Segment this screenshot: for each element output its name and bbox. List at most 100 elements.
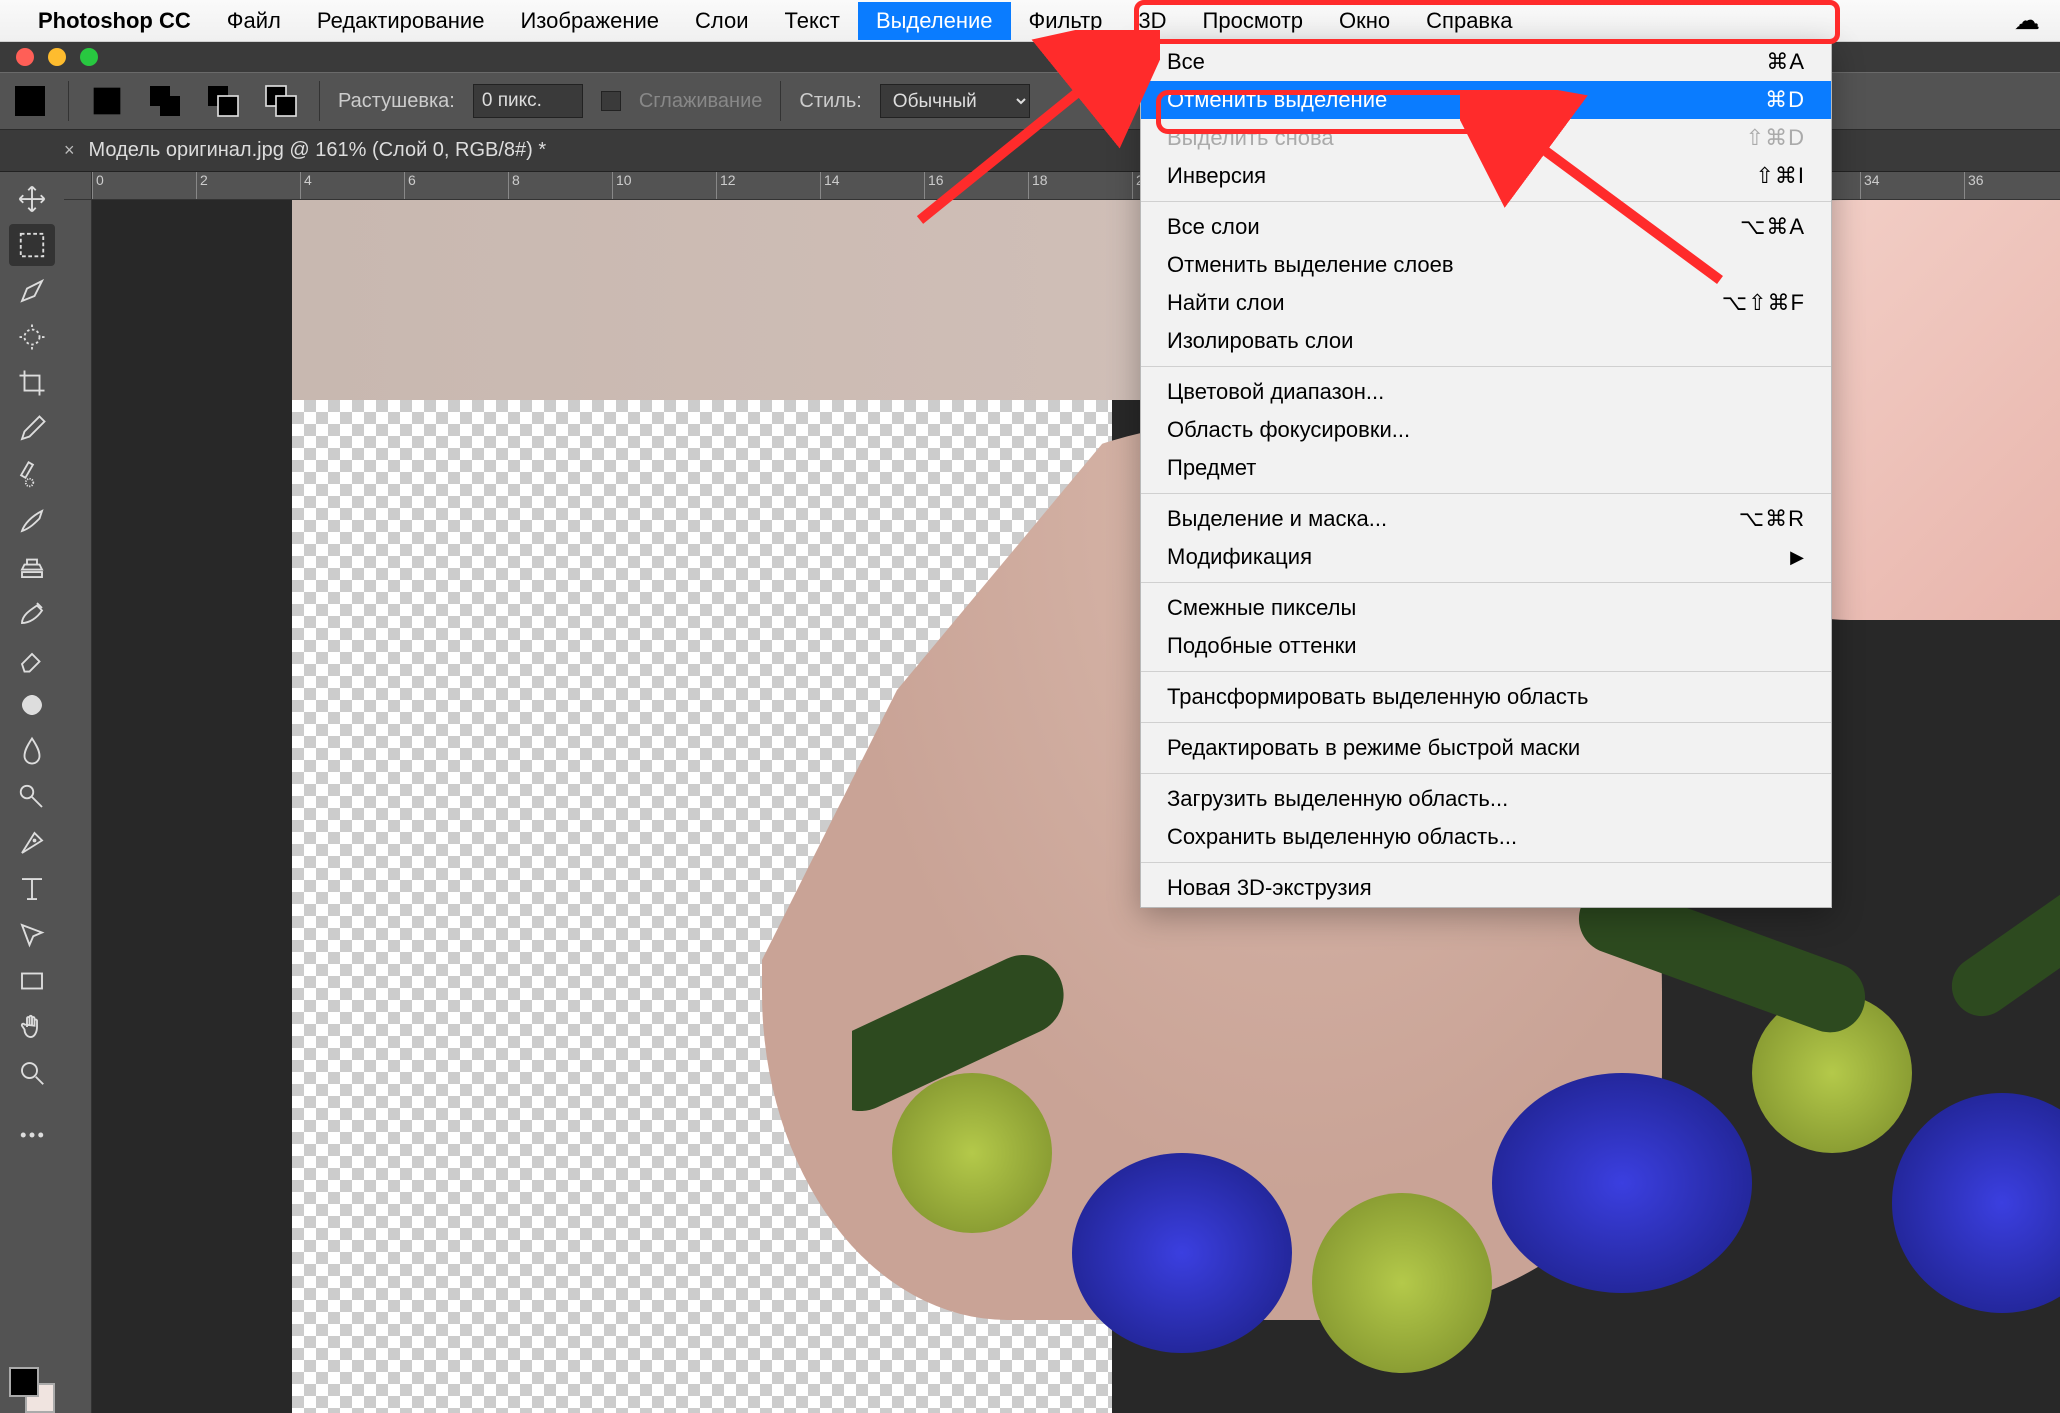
pen-tool[interactable] xyxy=(9,822,55,864)
style-select[interactable]: Обычный xyxy=(880,84,1030,118)
feather-input[interactable] xyxy=(473,84,583,118)
menu-item-label: Все xyxy=(1167,49,1205,75)
menu-item[interactable]: Смежные пикселы xyxy=(1141,589,1831,627)
menu-item-shortcut: ⌥⌘R xyxy=(1739,506,1805,532)
menu-item-label: Область фокусировки... xyxy=(1167,417,1410,443)
separator xyxy=(68,81,69,121)
marquee-tool-preset-icon[interactable] xyxy=(10,81,50,121)
foreground-color-swatch[interactable] xyxy=(9,1367,39,1397)
menu-separator xyxy=(1141,493,1831,494)
menu-item[interactable]: Цветовой диапазон... xyxy=(1141,373,1831,411)
menu-item[interactable]: Выделение и маска...⌥⌘R xyxy=(1141,500,1831,538)
eyedropper-tool[interactable] xyxy=(9,408,55,450)
crop-tool[interactable] xyxy=(9,362,55,404)
menu-item-label: Инверсия xyxy=(1167,163,1266,189)
toolbox xyxy=(0,172,64,1413)
menu-item-label: Смежные пикселы xyxy=(1167,595,1356,621)
menu-item[interactable]: Предмет xyxy=(1141,449,1831,487)
menu-filter[interactable]: Фильтр xyxy=(1011,2,1121,40)
selection-new-icon[interactable] xyxy=(87,81,127,121)
menu-item[interactable]: Все⌘A xyxy=(1141,43,1831,81)
menu-item[interactable]: Отменить выделение⌘D xyxy=(1141,81,1831,119)
selection-subtract-icon[interactable] xyxy=(203,81,243,121)
menu-image[interactable]: Изображение xyxy=(502,2,677,40)
eraser-tool[interactable] xyxy=(9,638,55,680)
menu-3d[interactable]: 3D xyxy=(1120,2,1184,40)
menu-item-label: Трансформировать выделенную область xyxy=(1167,684,1588,710)
menu-separator xyxy=(1141,671,1831,672)
feather-label: Растушевка: xyxy=(338,90,455,113)
clone-stamp-tool[interactable] xyxy=(9,546,55,588)
menu-item[interactable]: Новая 3D-экструзия xyxy=(1141,869,1831,907)
menu-item[interactable]: Сохранить выделенную область... xyxy=(1141,818,1831,856)
ruler-origin[interactable] xyxy=(64,172,92,200)
menu-item: Выделить снова⇧⌘D xyxy=(1141,119,1831,157)
menu-item[interactable]: Трансформировать выделенную область xyxy=(1141,678,1831,716)
hand-tool[interactable] xyxy=(9,1006,55,1048)
lasso-tool[interactable] xyxy=(9,270,55,312)
menu-item[interactable]: Модификация▶ xyxy=(1141,538,1831,576)
menu-item-label: Предмет xyxy=(1167,455,1256,481)
menu-file[interactable]: Файл xyxy=(209,2,299,40)
close-window-button[interactable] xyxy=(16,48,34,66)
menu-layer[interactable]: Слои xyxy=(677,2,767,40)
zoom-window-button[interactable] xyxy=(80,48,98,66)
menu-separator xyxy=(1141,582,1831,583)
type-tool[interactable] xyxy=(9,868,55,910)
antialias-checkbox xyxy=(601,91,621,111)
cc-cloud-icon[interactable]: ☁︎ xyxy=(2014,5,2040,36)
path-selection-tool[interactable] xyxy=(9,914,55,956)
menu-item[interactable]: Изолировать слои xyxy=(1141,322,1831,360)
menu-item[interactable]: Инверсия ⇧⌘I xyxy=(1141,157,1831,195)
edit-toolbar-icon[interactable] xyxy=(9,1114,55,1156)
menu-separator xyxy=(1141,862,1831,863)
history-brush-tool[interactable] xyxy=(9,592,55,634)
ruler-tick: 34 xyxy=(1860,172,1880,200)
menu-item[interactable]: Область фокусировки... xyxy=(1141,411,1831,449)
menu-edit[interactable]: Редактирование xyxy=(299,2,503,40)
color-swatch[interactable] xyxy=(9,1367,55,1413)
ruler-tick: 12 xyxy=(716,172,736,200)
healing-brush-tool[interactable] xyxy=(9,454,55,496)
menu-item-shortcut: ⇧⌘D xyxy=(1746,125,1805,151)
zoom-tool[interactable] xyxy=(9,1052,55,1094)
gradient-tool[interactable] xyxy=(9,684,55,726)
menu-item[interactable]: Все слои⌥⌘A xyxy=(1141,208,1831,246)
menu-separator xyxy=(1141,722,1831,723)
document-tab-title[interactable]: Модель оригинал.jpg @ 161% (Слой 0, RGB/… xyxy=(89,139,547,162)
canvas-pasteboard xyxy=(92,200,292,1413)
close-tab-icon[interactable]: × xyxy=(64,140,75,161)
ruler-tick: 18 xyxy=(1028,172,1048,200)
menu-select[interactable]: Выделение xyxy=(858,2,1011,40)
menu-type[interactable]: Текст xyxy=(767,2,858,40)
brush-tool[interactable] xyxy=(9,500,55,542)
menu-separator xyxy=(1141,366,1831,367)
minimize-window-button[interactable] xyxy=(48,48,66,66)
selection-add-icon[interactable] xyxy=(145,81,185,121)
menu-item[interactable]: Подобные оттенки xyxy=(1141,627,1831,665)
vertical-ruler[interactable] xyxy=(64,200,92,1413)
submenu-arrow-icon: ▶ xyxy=(1790,547,1805,568)
rectangular-marquee-tool[interactable] xyxy=(9,224,55,266)
blur-tool[interactable] xyxy=(9,730,55,772)
menu-item[interactable]: Редактировать в режиме быстрой маски xyxy=(1141,729,1831,767)
rectangle-tool[interactable] xyxy=(9,960,55,1002)
separator xyxy=(319,81,320,121)
menu-item[interactable]: Загрузить выделенную область... xyxy=(1141,780,1831,818)
menu-item-shortcut: ⇧⌘I xyxy=(1755,163,1805,189)
menu-item-label: Загрузить выделенную область... xyxy=(1167,786,1508,812)
menu-item[interactable]: Отменить выделение слоев xyxy=(1141,246,1831,284)
menu-view[interactable]: Просмотр xyxy=(1185,2,1321,40)
menu-help[interactable]: Справка xyxy=(1408,2,1530,40)
move-tool[interactable] xyxy=(9,178,55,220)
quick-selection-tool[interactable] xyxy=(9,316,55,358)
selection-intersect-icon[interactable] xyxy=(261,81,301,121)
menu-item[interactable]: Найти слои⌥⇧⌘F xyxy=(1141,284,1831,322)
style-label: Стиль: xyxy=(799,90,861,113)
menu-window[interactable]: Окно xyxy=(1321,2,1408,40)
dodge-tool[interactable] xyxy=(9,776,55,818)
app-name[interactable]: Photoshop CC xyxy=(38,8,191,34)
ruler-tick: 8 xyxy=(508,172,520,200)
separator xyxy=(780,81,781,121)
menu-item-label: Отменить выделение слоев xyxy=(1167,252,1454,278)
